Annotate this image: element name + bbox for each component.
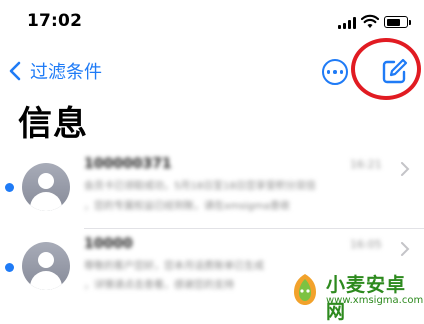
status-bar: 17:02 bbox=[0, 0, 424, 44]
battery-cap bbox=[409, 20, 411, 25]
row-separator bbox=[84, 228, 424, 229]
sender-name: 100000371 bbox=[84, 156, 172, 172]
watermark-url: www.xmsigma.com bbox=[326, 295, 424, 306]
highlight-circle bbox=[351, 38, 421, 100]
unread-dot bbox=[5, 183, 14, 192]
watermark: 小麦安卓网 www.xmsigma.com bbox=[280, 264, 424, 323]
avatar bbox=[22, 163, 70, 211]
battery-icon bbox=[384, 16, 408, 28]
message-preview-line-2: ，您的专属权益已经到账，请在xmsigma查收 bbox=[84, 201, 290, 212]
back-button[interactable]: 过滤条件 bbox=[8, 58, 102, 84]
chevron-left-icon bbox=[9, 61, 21, 81]
sender-name: 10000 bbox=[84, 236, 133, 252]
status-time: 17:02 bbox=[27, 11, 83, 31]
battery-level bbox=[386, 18, 400, 26]
page-title: 信息 bbox=[18, 104, 88, 144]
avatar bbox=[22, 242, 70, 290]
android-logo-icon bbox=[294, 274, 316, 305]
unread-dot bbox=[5, 263, 14, 272]
chevron-right-icon bbox=[401, 242, 410, 256]
signal-icon bbox=[338, 17, 356, 29]
wifi-icon bbox=[361, 14, 379, 28]
message-time: 16:05 bbox=[350, 238, 382, 251]
message-time: 16:21 bbox=[350, 158, 382, 171]
ellipsis-circle-icon[interactable] bbox=[322, 59, 348, 85]
message-row[interactable]: 100000371 16:21 会员卡已领取成功，5月18日至18日您享受积分双… bbox=[0, 148, 424, 230]
message-preview-line-1: 会员卡已领取成功，5月18日至18日您享受积分双倍 bbox=[84, 181, 316, 192]
back-label: 过滤条件 bbox=[30, 62, 102, 83]
chevron-right-icon bbox=[401, 162, 410, 176]
